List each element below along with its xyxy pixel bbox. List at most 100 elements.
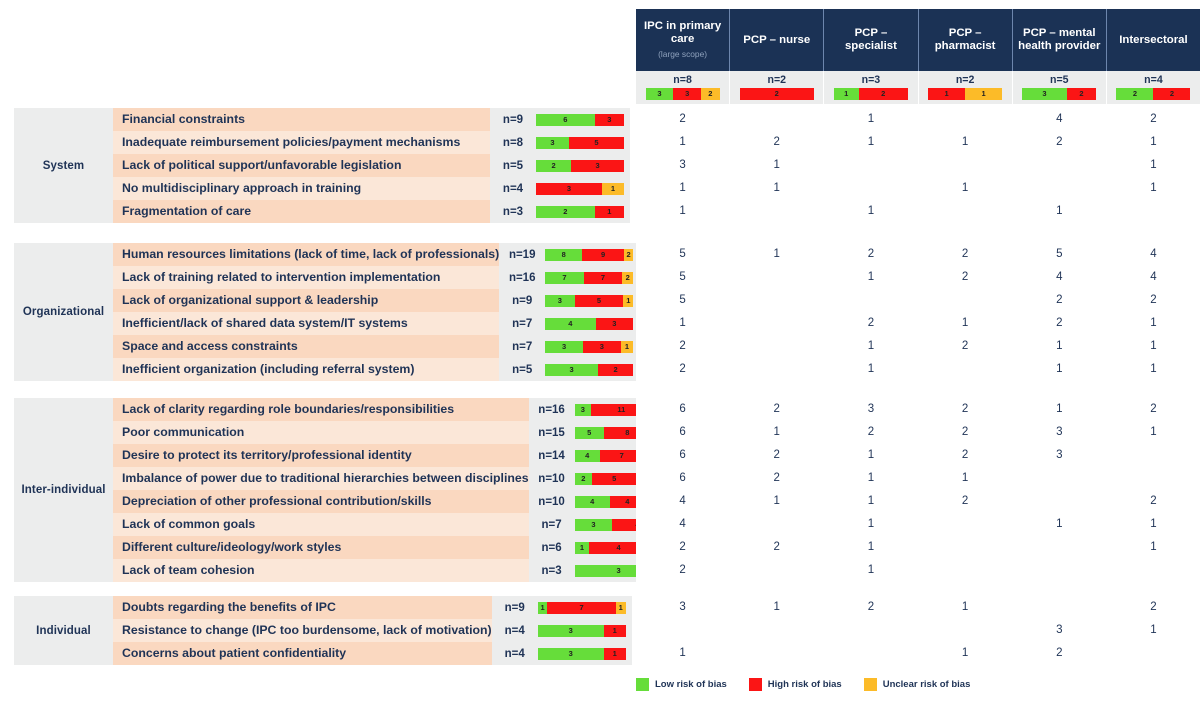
barrier-row: Space and access constraints n=7 3 3 1 [113,335,640,358]
matrix-cell: 2 [636,108,731,131]
matrix-cell: 6 [636,398,731,421]
risk-of-bias-bar: 32 [1022,88,1097,100]
matrix-cell: 2 [1012,312,1107,335]
barrier-row: Doubts regarding the benefits of IPC n=9 1… [113,596,632,619]
risk-segment-high: 5 [569,136,624,149]
matrix-cell: 1 [730,177,825,200]
barrier-study-count: n=16 [499,271,546,284]
risk-segment-high: 3 [595,317,634,330]
matrix-cell [824,642,919,665]
matrix-cell [730,513,825,536]
barrier-rows: Human resources limitations (lack of tim… [113,243,640,381]
risk-of-bias-bar: 892 [545,248,634,261]
barrier-label: Lack of training related to intervention… [113,266,500,289]
risk-segment-high: 1 [594,205,624,218]
matrix-cell: 1 [730,490,825,513]
matrix-cell: 1 [824,335,919,358]
risk-of-bias-bar: 12 [833,88,908,100]
risk-segment-low: 3 [1022,88,1067,100]
risk-segment-low: 1 [537,601,548,614]
barrier-study-count: n=16 [528,403,575,416]
matrix-cell: 1 [824,358,919,381]
matrix-cell [1106,642,1200,665]
matrix-cell: 2 [730,131,825,154]
matrix-cell: 2 [1106,398,1200,421]
matrix-cell: 2 [824,421,919,444]
matrix-cell: 1 [918,131,1013,154]
matrix-cell: 3 [824,398,919,421]
matrix-cell [824,154,919,177]
category-label: Inter-individual [14,398,113,582]
barrier-row: Lack of organizational support & leaders… [113,289,640,312]
risk-bar-wrapper: 892 [545,243,640,266]
risk-segment-high: 1 [928,88,966,100]
risk-segment-low: 8 [545,248,583,261]
barriers-heatmap-matrix: IPC in primary care (large scope) PCP – nu… [636,0,1200,706]
matrix-cell [1106,467,1200,490]
matrix-section-individual: 3121231112 [636,596,1200,665]
risk-of-bias-bar: 23 [536,159,624,172]
matrix-cell [918,200,1013,223]
matrix-cell: 1 [636,131,731,154]
matrix-cell: 1 [1106,421,1200,444]
matrix-row: 612231 [636,421,1200,444]
risk-segment-unclear: 1 [602,182,624,195]
risk-bar-wrapper: 772 [545,266,640,289]
barrier-row: Different culture/ideology/work styles n=… [113,536,669,559]
matrix-cell: 4 [636,490,731,513]
matrix-cell: 1 [918,467,1013,490]
barrier-study-count: n=5 [490,159,536,172]
matrix-cell: 2 [1106,596,1200,619]
matrix-row: 31212 [636,596,1200,619]
column-title: PCP – mental health provider [1018,27,1101,52]
matrix-cell [918,108,1013,131]
risk-of-bias-legend: Low risk of bias High risk of bias Unclear… [636,678,970,691]
column-count-cell: n=8 3 3 2 [636,71,731,104]
barrier-row: Inefficient/lack of shared data system/I… [113,312,640,335]
matrix-cell: 1 [1012,358,1107,381]
section-individual: Individual Doubts regarding the benefits … [14,596,632,665]
matrix-cell: 2 [918,243,1013,266]
section-system: System Financial constraints n=9 6 3 Inadequa… [14,108,630,223]
barrier-study-count: n=9 [490,113,536,126]
matrix-section-organizational: 5122545124452212121212112111 [636,243,1200,381]
risk-bar-wrapper: 32 [545,358,640,381]
matrix-column-header: PCP – specialist [824,9,919,71]
matrix-row: 1111 [636,177,1200,200]
barrier-row: Human resources limitations (lack of tim… [113,243,640,266]
risk-segment-low: 4 [574,449,600,462]
risk-segment-high: 9 [582,248,624,261]
matrix-cell [1012,559,1107,582]
matrix-cell: 1 [824,559,919,582]
risk-segment-unclear: 1 [620,340,634,353]
barrier-study-count: n=3 [490,205,536,218]
matrix-cell [636,619,731,642]
risk-of-bias-bar: 171 [537,601,626,614]
barrier-rows: Doubts regarding the benefits of IPC n=9 1… [113,596,632,665]
risk-segment-low: 3 [545,294,575,307]
risk-of-bias-bar: 31 [537,624,626,637]
matrix-section-inter-individual: 623212612231621236211411224111221121 [636,398,1200,582]
barrier-row: Lack of team cohesion n=3 3 [113,559,669,582]
matrix-cell: 1 [1106,335,1200,358]
barrier-label: Poor communication [113,421,529,444]
matrix-cell [918,559,1013,582]
matrix-cell [730,559,825,582]
barrier-row: Poor communicationn=15582 [113,421,669,444]
matrix-cell [730,289,825,312]
risk-segment-unclear: 2 [623,248,634,261]
matrix-cell: 1 [730,421,825,444]
column-count-cell: n=3 1 2 [824,71,919,104]
risk-bar-wrapper: 31 [536,177,630,200]
matrix-cell [918,513,1013,536]
matrix-cell: 3 [1012,444,1107,467]
matrix-cell [730,619,825,642]
risk-segment-low: 3 [537,624,604,637]
matrix-cell: 2 [730,444,825,467]
unclear-risk-swatch [863,678,877,691]
barrier-study-count: n=14 [528,449,575,462]
risk-of-bias-bar: 21 [536,205,624,218]
matrix-cell: 1 [824,108,919,131]
matrix-cell: 6 [636,467,731,490]
risk-segment-low: 6 [536,113,595,126]
